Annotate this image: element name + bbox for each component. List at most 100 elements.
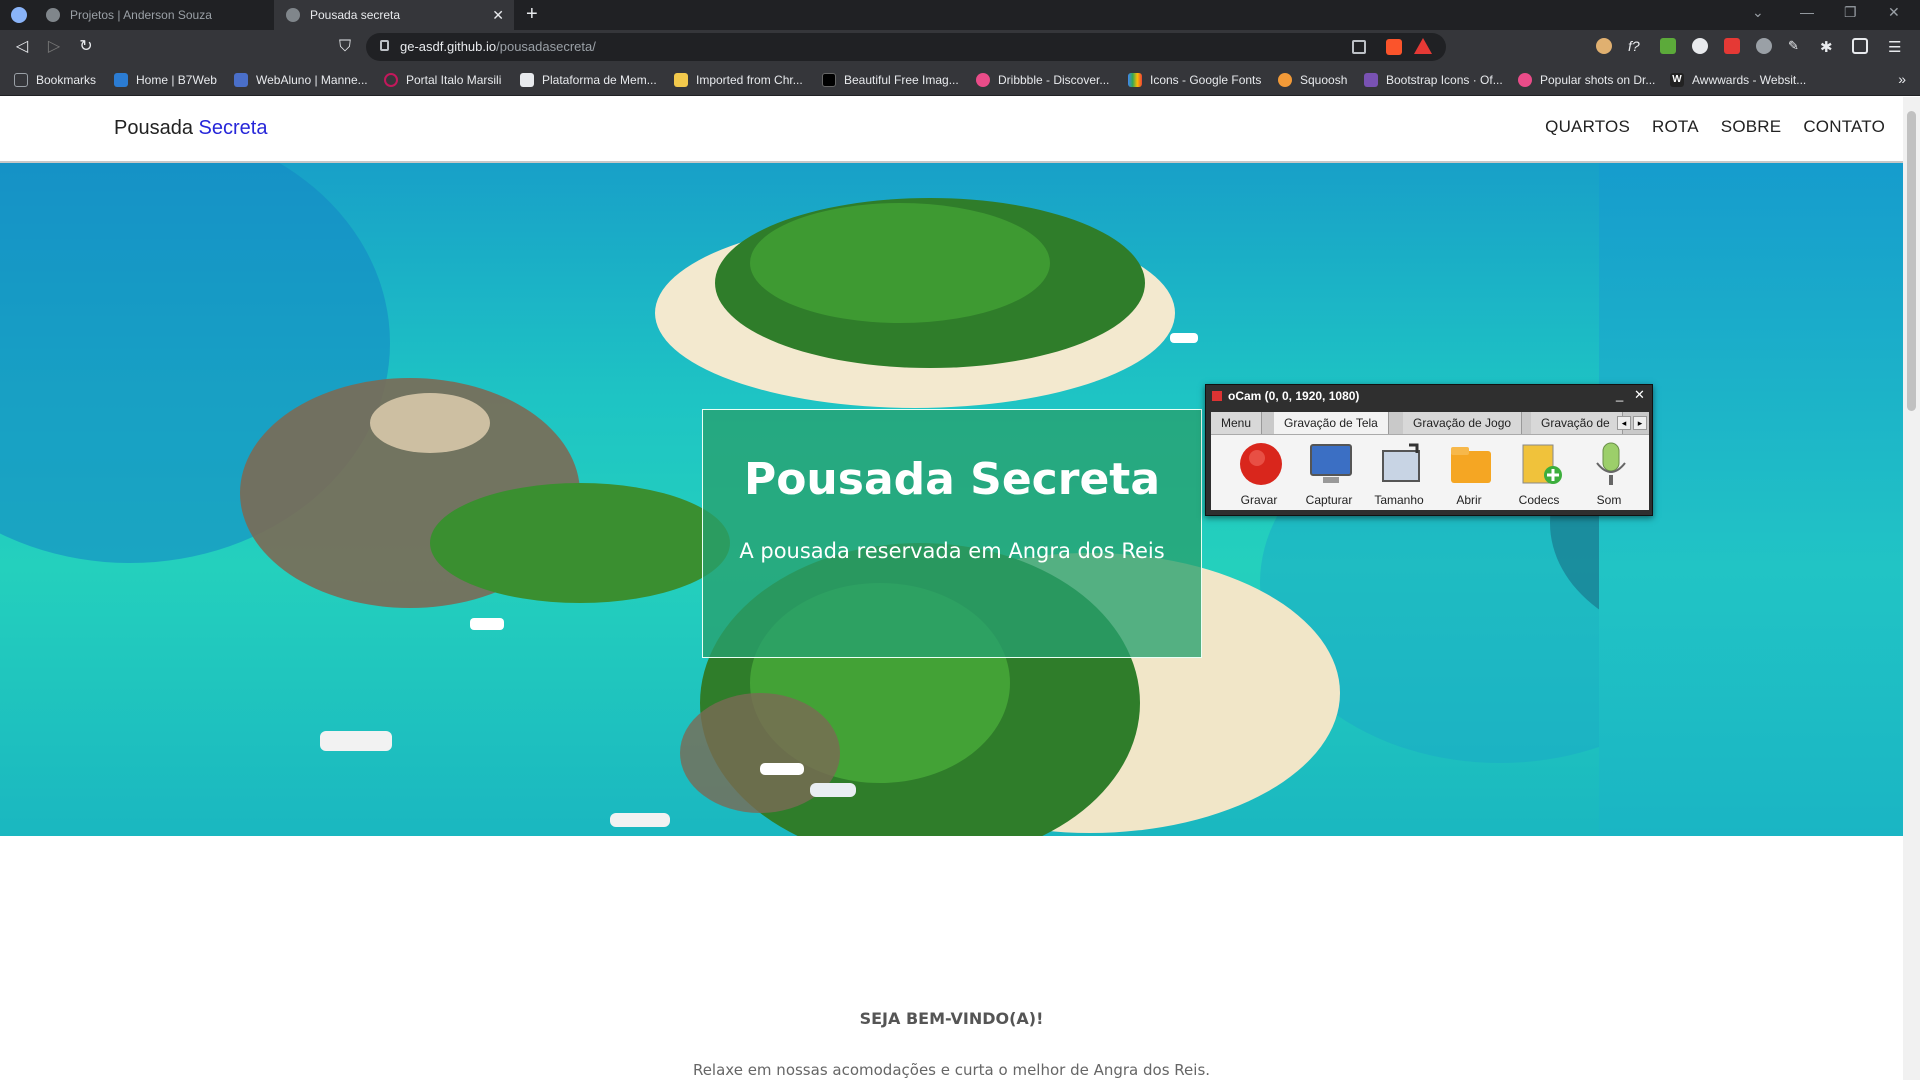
- welcome-text: Relaxe em nossas acomodações e curta o m…: [692, 1061, 1211, 1079]
- browser-menu-button[interactable]: ☰: [1888, 38, 1904, 56]
- ocam-sound-button[interactable]: Som: [1579, 439, 1639, 509]
- bookmarks-folder-icon: [14, 73, 28, 87]
- bookmark-item[interactable]: Dribbble - Discover...: [976, 73, 1109, 87]
- bookmark-label: Squoosh: [1300, 73, 1348, 87]
- tab-search-icon[interactable]: ⌄: [1752, 4, 1764, 21]
- ocam-tab-recording[interactable]: Gravação de: [1531, 412, 1623, 434]
- download-extension-icon[interactable]: [1660, 38, 1676, 54]
- page-viewport: Pousada Secreta QUARTOS ROTA SOBRE CONTA…: [0, 97, 1903, 1080]
- bookmark-label: Beautiful Free Imag...: [844, 73, 959, 87]
- folder-icon: [1451, 447, 1491, 483]
- bookmark-item[interactable]: Squoosh: [1278, 73, 1347, 87]
- bookmark-label: Portal Italo Marsili: [406, 73, 502, 87]
- squoosh-icon: [1278, 73, 1292, 87]
- restore-window-button[interactable]: ❐: [1844, 4, 1857, 21]
- ocam-tab-game-recording[interactable]: Gravação de Jogo: [1403, 412, 1523, 434]
- dribbble-icon: [976, 73, 990, 87]
- url-host: ge-asdf.github.io: [400, 39, 497, 54]
- bookmark-label: Dribbble - Discover...: [998, 73, 1110, 87]
- webaluno-icon: [234, 73, 248, 87]
- bookmark-item[interactable]: Imported from Chr...: [674, 73, 803, 87]
- resize-icon: [1382, 443, 1420, 482]
- globe-icon: [286, 8, 300, 22]
- awwwards-icon: W: [1670, 73, 1684, 87]
- address-bar[interactable]: ge-asdf.github.io/pousadasecreta/: [366, 33, 1446, 61]
- close-window-button[interactable]: ✕: [1888, 4, 1900, 21]
- codecs-icon: [1522, 444, 1562, 484]
- nav-sobre[interactable]: SOBRE: [1721, 117, 1782, 137]
- bookmark-item[interactable]: Popular shots on Dr...: [1518, 73, 1655, 87]
- main-nav: QUARTOS ROTA SOBRE CONTATO: [1545, 117, 1885, 137]
- tab-projetos[interactable]: Projetos | Anderson Souza: [34, 0, 274, 30]
- ocam-codecs-button[interactable]: Codecs: [1509, 439, 1569, 509]
- nav-rota[interactable]: ROTA: [1652, 117, 1699, 137]
- youtube-extension-icon[interactable]: [1724, 38, 1740, 54]
- ocam-capture-button[interactable]: Capturar: [1299, 439, 1359, 509]
- reload-button[interactable]: ↻: [76, 37, 96, 57]
- bookmark-label: Bookmarks: [36, 73, 97, 87]
- ocam-tab-left-arrow-icon[interactable]: ◂: [1617, 416, 1631, 430]
- ocam-window: oCam (0, 0, 1920, 1080) _ ✕ Menu Gravaçã…: [1205, 384, 1653, 516]
- bookmark-item[interactable]: Home | B7Web: [114, 73, 217, 87]
- italo-marsili-icon: [384, 73, 398, 87]
- url-text[interactable]: ge-asdf.github.io/pousadasecreta/: [400, 39, 596, 54]
- bookmark-label: Imported from Chr...: [696, 73, 803, 87]
- bookmarks-bar: Bookmarks Home | B7Web WebAluno | Manne.…: [0, 66, 1920, 96]
- ocam-tab-right-arrow-icon[interactable]: ▸: [1633, 416, 1647, 430]
- puzzle-extensions-icon[interactable]: ✱: [1820, 38, 1836, 56]
- tab-strip: Projetos | Anderson Souza Pousada secret…: [0, 0, 1920, 30]
- dribbble-icon: [1518, 73, 1532, 87]
- scrollbar-thumb[interactable]: [1907, 111, 1916, 411]
- ocam-app-icon: [1212, 391, 1222, 401]
- site-header: Pousada Secreta QUARTOS ROTA SOBRE CONTA…: [0, 97, 1903, 163]
- new-tab-button[interactable]: +: [526, 3, 538, 26]
- bookmark-item[interactable]: W Awwwards - Websit...: [1670, 73, 1806, 87]
- ocam-capture-label: Capturar: [1305, 493, 1353, 507]
- pen-extension-icon[interactable]: ✎: [1788, 38, 1804, 54]
- minimize-window-button[interactable]: —: [1800, 4, 1814, 20]
- bookmark-item[interactable]: Portal Italo Marsili: [384, 73, 501, 87]
- ocam-tab-menu[interactable]: Menu: [1211, 412, 1263, 434]
- ocam-close-button[interactable]: ✕: [1634, 387, 1645, 403]
- qr-code-icon[interactable]: [1352, 40, 1366, 54]
- wallet-icon[interactable]: [1852, 38, 1868, 54]
- brave-shields-icon[interactable]: [1386, 39, 1402, 55]
- forward-button[interactable]: ▷: [44, 37, 64, 57]
- ocam-open-button[interactable]: Abrir: [1439, 439, 1499, 509]
- nav-quartos[interactable]: QUARTOS: [1545, 117, 1630, 137]
- back-button[interactable]: ◁: [12, 37, 32, 57]
- page-scrollbar[interactable]: [1903, 97, 1920, 1080]
- ocam-size-label: Tamanho: [1374, 493, 1424, 507]
- ocam-titlebar[interactable]: oCam (0, 0, 1920, 1080): [1206, 385, 1652, 407]
- brave-rewards-icon[interactable]: [1414, 38, 1432, 54]
- lock-icon: [380, 40, 389, 51]
- font-extension-icon[interactable]: f?: [1628, 38, 1644, 54]
- ocam-size-button[interactable]: Tamanho: [1369, 439, 1429, 509]
- bookmark-label: Home | B7Web: [136, 73, 217, 87]
- tab-pousada-secreta[interactable]: Pousada secreta ✕: [274, 0, 514, 30]
- bookmark-item[interactable]: Bootstrap Icons · Of...: [1364, 73, 1503, 87]
- memorization-platform-icon: [520, 73, 534, 87]
- bookmark-item[interactable]: WebAluno | Manne...: [234, 73, 368, 87]
- hero-title: Pousada Secreta: [743, 454, 1161, 505]
- url-path: /pousadasecreta/: [496, 39, 596, 54]
- nav-contato[interactable]: CONTATO: [1803, 117, 1885, 137]
- extension-1-icon[interactable]: [1596, 38, 1612, 54]
- hero-card: Pousada Secreta A pousada reservada em A…: [702, 409, 1202, 658]
- more-bookmarks-icon[interactable]: »: [1898, 71, 1906, 87]
- bookmark-item[interactable]: Beautiful Free Imag...: [822, 73, 959, 87]
- bookmark-item[interactable]: Icons - Google Fonts: [1128, 73, 1261, 87]
- ocam-minimize-button[interactable]: _: [1616, 387, 1623, 402]
- close-tab-icon[interactable]: ✕: [492, 7, 504, 24]
- bookmark-label: Icons - Google Fonts: [1150, 73, 1262, 87]
- ocam-open-label: Abrir: [1456, 493, 1482, 507]
- bookmark-item[interactable]: Plataforma de Mem...: [520, 73, 657, 87]
- ocam-tab-screen-recording[interactable]: Gravação de Tela: [1274, 412, 1389, 434]
- extension-4-icon[interactable]: [1692, 38, 1708, 54]
- extension-6-icon[interactable]: [1756, 38, 1772, 54]
- ocam-record-button[interactable]: Gravar: [1229, 439, 1289, 509]
- bookmark-page-icon[interactable]: ⛉: [335, 37, 355, 57]
- browser-menu-icon[interactable]: [11, 7, 27, 23]
- bookmark-item[interactable]: Bookmarks: [14, 73, 96, 87]
- site-logo[interactable]: Pousada Secreta: [114, 117, 267, 140]
